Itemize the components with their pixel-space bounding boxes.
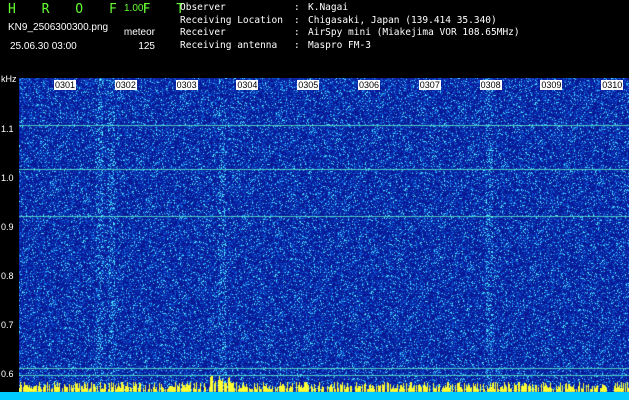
info-row-location: Receiving Location: Chigasaki, Japan (139…: [180, 14, 497, 26]
x-tick-label: 0302: [114, 80, 137, 90]
file-name: KN9_2506300300.png: [8, 22, 109, 33]
y-tick-label: 0.6: [1, 369, 14, 379]
y-tick-label: 1.0: [1, 173, 14, 183]
x-tick-label: 0301: [54, 80, 77, 90]
app-title: H R O F F T: [8, 2, 194, 17]
info-row-observer: Observer: K.Nagai: [180, 2, 349, 13]
spectrogram-canvas: [19, 78, 629, 400]
mode-label: meteor: [123, 27, 155, 38]
x-tick-label: 0303: [175, 80, 198, 90]
x-tick-label: 0305: [297, 80, 320, 90]
detection-count: 125: [138, 41, 155, 52]
y-tick-label: 0.7: [1, 320, 14, 330]
x-tick-label: 0308: [479, 80, 502, 90]
station-info: Observer: K.Nagai Receiving Location: Chig…: [180, 2, 520, 52]
x-tick-label: 0304: [236, 80, 259, 90]
info-row-receiver: Receiver: AirSpy mini (Miakejima VOR 108.…: [180, 27, 520, 38]
app-version: 1.00f: [124, 3, 147, 14]
x-tick-label: 0310: [601, 80, 624, 90]
y-tick-label: 0.9: [1, 222, 14, 232]
y-tick-label: 0.8: [1, 271, 14, 281]
y-tick-label: 1.1: [1, 124, 14, 134]
x-tick-label: 0309: [540, 80, 563, 90]
x-tick-label: 0306: [358, 80, 381, 90]
header-panel: H R O F F T 1.00f KN9_2506300300.png 25.…: [0, 0, 629, 78]
x-tick-label: 0307: [418, 80, 441, 90]
spectrogram-bottom-bar: [0, 392, 629, 400]
capture-datetime: 25.06.30 03:00: [10, 41, 77, 52]
y-axis-unit: kHz: [1, 74, 17, 84]
info-row-antenna: Receiving antenna: Maspro FM-3: [180, 39, 371, 51]
